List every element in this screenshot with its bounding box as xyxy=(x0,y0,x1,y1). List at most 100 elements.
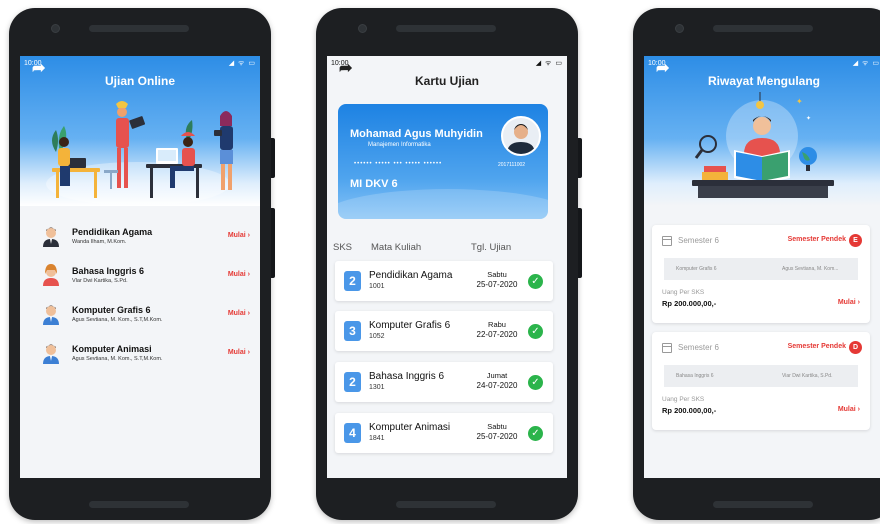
course-title: Pendidikan Agama xyxy=(72,226,153,237)
start-button[interactable]: Mulai › xyxy=(228,232,250,239)
status-icons: ◢ ᯤ ▭ xyxy=(852,59,880,67)
screen-kartu-ujian: 10:00 ◢ ᯤ ▭ Kartu Ujian ➦ Mohamad Agus M… xyxy=(327,56,567,478)
course-name: Komputer Grafis 6 xyxy=(369,320,451,331)
sks-badge: 3 xyxy=(344,321,361,341)
side-button xyxy=(271,208,275,278)
earpiece xyxy=(713,25,813,32)
table-row[interactable]: 2 Pendidikan Agama 1001 Sabtu 25-07-2020… xyxy=(335,261,553,301)
course-name: Bahasa Inggris 6 xyxy=(369,371,445,382)
semester-label: Semester 6 xyxy=(678,236,719,245)
fee-label: Uang Per SKS xyxy=(662,396,705,403)
lecturer-name: Vlar Dwi Kartika, S.Pd. xyxy=(72,277,128,284)
fee-amount: Rp 200.000,00,- xyxy=(662,406,717,415)
retake-card: Semester 6 Semester Pendek D Bahasa Ingg… xyxy=(652,332,870,430)
course-code: 1052 xyxy=(369,333,385,340)
lecturer-name: Agus Sevtiana, M. Kom... xyxy=(782,266,839,272)
page-title: Kartu Ujian xyxy=(414,74,479,88)
col-sks: SKS xyxy=(333,242,353,253)
col-date: Tgl. Ujian xyxy=(471,242,512,253)
phone-kartu-ujian: 10:00 ◢ ᯤ ▭ Kartu Ujian ➦ Mohamad Agus M… xyxy=(316,8,582,520)
phone-riwayat-mengulang: 10:00 ◢ ᯤ ▭ Riwayat Mengulang ➦ ✦ ✦ Seme… xyxy=(633,8,880,520)
side-button xyxy=(271,138,275,178)
avatar xyxy=(40,303,62,325)
col-course: Mata Kuliah xyxy=(371,242,422,253)
exam-date: 22-07-2020 xyxy=(476,330,518,339)
lecturer-name: Wanda Ilham, M.Kom. xyxy=(72,238,127,245)
header-banner: 10:00 ◢ ᯤ ▭ Ujian Online ➦ xyxy=(20,56,260,206)
semester-type: Semester Pendek xyxy=(787,343,846,350)
exam-day: Jumat xyxy=(486,371,508,380)
bottom-speaker xyxy=(89,501,189,508)
bottom-speaker xyxy=(713,501,813,508)
exam-day: Sabtu xyxy=(487,270,507,279)
list-item[interactable]: Bahasa Inggris 6 Vlar Dwi Kartika, S.Pd.… xyxy=(20,255,260,294)
avatar xyxy=(40,263,62,286)
table-row[interactable]: 2 Bahasa Inggris 6 1301 Jumat 24-07-2020… xyxy=(335,362,553,402)
student-id: 2017111002 xyxy=(498,162,526,168)
reading-illustration: ✦ ✦ xyxy=(692,92,834,198)
item-text: Komputer Grafis 6 Agus Sevtiana, M. Kom.… xyxy=(72,305,228,323)
exam-day: Sabtu xyxy=(487,422,507,431)
list-item[interactable]: Pendidikan Agama Wanda Ilham, M.Kom. Mul… xyxy=(20,216,260,255)
semester-label: Semester 6 xyxy=(678,343,719,352)
earpiece xyxy=(89,25,189,32)
sks-badge: 4 xyxy=(344,423,361,443)
front-camera xyxy=(675,24,684,33)
exam-date: 25-07-2020 xyxy=(476,432,518,441)
student-name: Mohamad Agus Muhyidin xyxy=(350,128,483,140)
start-button[interactable]: Mulai › xyxy=(228,349,250,356)
start-button[interactable]: Mulai › xyxy=(838,299,860,306)
course-box: Komputer Grafis 6 Agus Sevtiana, M. Kom.… xyxy=(664,258,858,280)
list-item[interactable]: Komputer Animasi Agus Sevtiana, M. Kom.,… xyxy=(20,333,260,372)
front-camera xyxy=(51,24,60,33)
avatar xyxy=(40,225,62,247)
calendar-icon xyxy=(662,236,672,246)
phone-ujian-online: 10:00 ◢ ᯤ ▭ Ujian Online ➦ Pendidikan Ag… xyxy=(9,8,275,520)
start-button[interactable]: Mulai › xyxy=(838,406,860,413)
exam-date: 25-07-2020 xyxy=(476,280,518,289)
check-icon: ✓ xyxy=(528,375,543,390)
class-name: MI DKV 6 xyxy=(350,178,398,190)
course-name: Pendidikan Agama xyxy=(369,270,453,281)
back-arrow-icon[interactable]: ➦ xyxy=(339,58,352,78)
header-banner: 10:00 ◢ ᯤ ▭ Riwayat Mengulang ➦ ✦ ✦ xyxy=(644,56,880,206)
card-wave xyxy=(338,189,548,219)
page-title: Ujian Online xyxy=(104,74,175,88)
fee-amount: Rp 200.000,00,- xyxy=(662,299,717,308)
team-working-illustration xyxy=(46,101,233,204)
study-program: Manajemen Informatika xyxy=(368,142,431,148)
sks-badge: 2 xyxy=(344,372,361,392)
retake-card: Semester 6 Semester Pendek E Komputer Gr… xyxy=(652,225,870,323)
screen-ujian-online: 10:00 ◢ ᯤ ▭ Ujian Online ➦ Pendidikan Ag… xyxy=(20,56,260,478)
fee-label: Uang Per SKS xyxy=(662,289,705,296)
exam-list: Pendidikan Agama Wanda Ilham, M.Kom. Mul… xyxy=(20,216,260,372)
exam-date: 24-07-2020 xyxy=(476,381,518,390)
page-title: Riwayat Mengulang xyxy=(707,74,820,88)
check-icon: ✓ xyxy=(528,324,543,339)
start-button[interactable]: Mulai › xyxy=(228,271,250,278)
svg-text:✦: ✦ xyxy=(806,115,811,122)
back-arrow-icon[interactable]: ➦ xyxy=(32,58,45,78)
back-arrow-icon[interactable]: ➦ xyxy=(656,58,669,78)
start-button[interactable]: Mulai › xyxy=(228,310,250,317)
grade-badge: D xyxy=(849,341,862,354)
course-box: Bahasa Inggris 6 Viar Dwi Kartika, S.Pd. xyxy=(664,365,858,387)
status-icons: ◢ ᯤ ▭ xyxy=(535,59,563,67)
exam-card: Mohamad Agus Muhyidin Manajemen Informat… xyxy=(338,104,548,219)
lecturer-name: Agus Sevtiana, M. Kom., S.T,M.Kom. xyxy=(72,316,163,323)
student-photo xyxy=(501,116,541,156)
list-item[interactable]: Komputer Grafis 6 Agus Sevtiana, M. Kom.… xyxy=(20,294,260,333)
table-row[interactable]: 3 Komputer Grafis 6 1052 Rabu 22-07-2020… xyxy=(335,311,553,351)
check-icon: ✓ xyxy=(528,274,543,289)
course-code: 1001 xyxy=(369,283,385,290)
lecturer-name: Viar Dwi Kartika, S.Pd. xyxy=(782,373,833,379)
table-row[interactable]: 4 Komputer Animasi 1841 Sabtu 25-07-2020… xyxy=(335,413,553,453)
course-name: Komputer Animasi xyxy=(369,422,451,433)
grade-badge: E xyxy=(849,234,862,247)
bottom-speaker xyxy=(396,501,496,508)
side-button xyxy=(578,208,582,278)
masked-number: •••••• ••••• ••• ••••• •••••• xyxy=(354,161,443,167)
screen-riwayat-mengulang: 10:00 ◢ ᯤ ▭ Riwayat Mengulang ➦ ✦ ✦ Seme… xyxy=(644,56,880,478)
semester-type: Semester Pendek xyxy=(787,236,846,243)
check-icon: ✓ xyxy=(528,426,543,441)
